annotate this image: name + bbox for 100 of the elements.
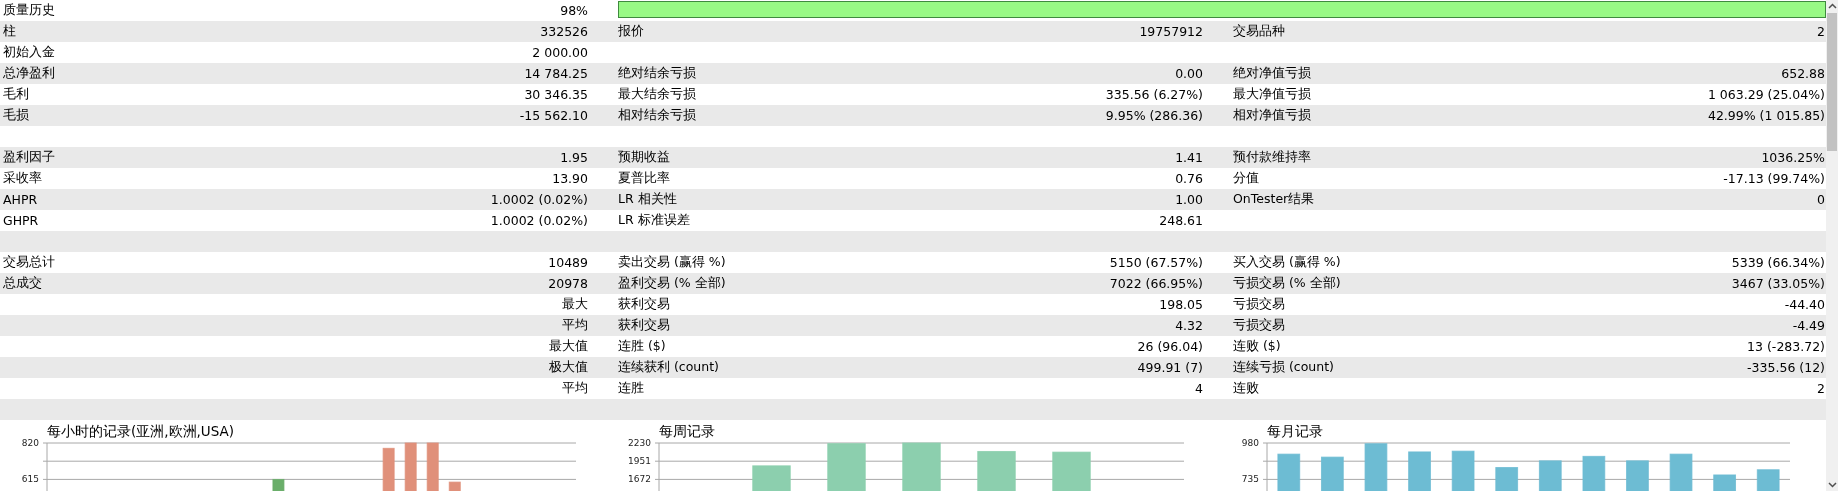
scrollbar[interactable]	[1826, 0, 1838, 491]
stat-value: 0.00	[1175, 66, 1203, 81]
stat-label: 连胜 ($)	[618, 338, 666, 355]
axis-tick-label: 2230	[628, 438, 651, 448]
chart-bar	[1538, 460, 1562, 491]
stat-label: 交易总计	[3, 254, 55, 271]
chart-title: 每月记录	[1267, 423, 1323, 439]
stat-label: 分值	[1233, 170, 1259, 187]
stat-value: 1.00	[1175, 192, 1203, 207]
chart-bar	[1408, 451, 1431, 491]
stat-value: 4.32	[1175, 318, 1203, 333]
stat-label: 初始入金	[3, 44, 55, 61]
stat-label: 毛损	[3, 107, 29, 124]
scroll-up-icon[interactable]	[1827, 3, 1837, 9]
stat-value: 4	[1195, 381, 1203, 396]
chart-title: 每小时的记录(亚洲,欧洲,USA)	[47, 423, 235, 439]
stat-label: 买入交易 (赢得 %)	[1233, 254, 1341, 271]
chart-title: 每周记录	[659, 423, 715, 439]
stat-label: LR 标准误差	[618, 212, 690, 229]
stat-value: 20978	[548, 276, 588, 291]
stat-value: 10489	[548, 255, 588, 270]
stat-label: 总净盈利	[3, 65, 55, 82]
stat-label: 相对净值亏损	[1233, 107, 1311, 124]
stat-value: 335.56 (6.27%)	[1105, 87, 1203, 102]
stat-label: 相对结余亏损	[618, 107, 696, 124]
stat-value: 98%	[560, 3, 588, 18]
axis-tick-label: 615	[21, 474, 39, 485]
chart-bar	[977, 451, 1016, 491]
stat-label: GHPR	[3, 213, 39, 228]
chart-bar	[1052, 451, 1091, 491]
stat-value: 42.99% (1 015.85)	[1707, 108, 1825, 123]
chart-bar	[1364, 443, 1388, 491]
stat-value: 1 063.29 (25.04%)	[1707, 87, 1825, 102]
chart-bar	[448, 481, 461, 491]
stat-value: 1.95	[560, 150, 588, 165]
stat-value: 1.0002 (0.02%)	[490, 192, 588, 207]
stat-label: AHPR	[3, 192, 38, 207]
stat-label: 获利交易	[618, 296, 670, 313]
stat-label: 连败	[1233, 380, 1259, 397]
stat-value: 3467 (33.05%)	[1731, 276, 1825, 291]
chart-bar	[1626, 460, 1649, 491]
stat-value: -335.56 (12)	[1747, 360, 1825, 375]
stat-label: 盈利交易 (% 全部)	[618, 275, 726, 292]
chart-bar	[1713, 474, 1736, 491]
chart-bar	[827, 443, 866, 491]
stat-label: 柱	[3, 23, 16, 40]
chart-bar	[272, 478, 285, 491]
stat-value: 1.0002 (0.02%)	[490, 213, 588, 228]
chart-bar	[426, 442, 439, 491]
stat-label: 夏普比率	[618, 170, 670, 187]
stat-label: 连胜	[618, 380, 644, 397]
stat-label: 毛利	[3, 86, 29, 103]
stat-value: 248.61	[1159, 213, 1203, 228]
chart-bar	[1669, 453, 1693, 491]
scrollbar-thumb[interactable]	[1827, 13, 1837, 151]
stat-label: 亏损交易	[1233, 317, 1285, 334]
chart-bar	[752, 465, 791, 491]
stat-label: 采收率	[3, 170, 42, 187]
stat-value: 2	[1817, 24, 1825, 39]
axis-tick-label: 820	[21, 438, 39, 448]
stat-value: 9.95% (286.36)	[1105, 108, 1203, 123]
stat-label: 卖出交易 (赢得 %)	[618, 254, 726, 271]
stat-value: 198.05	[1159, 297, 1203, 312]
stat-label: 报价	[618, 23, 644, 40]
stat-value: 2 000.00	[532, 45, 588, 60]
stat-value: 14 784.25	[524, 66, 588, 81]
chart-bar	[902, 442, 941, 491]
stat-value: 7022 (66.95%)	[1109, 276, 1203, 291]
chart-bar	[1582, 455, 1606, 491]
stat-label: 预付款维持率	[1233, 149, 1311, 166]
stat-value: 13 (-283.72)	[1747, 339, 1825, 354]
stat-value: 极大值	[549, 359, 588, 376]
chart-bar	[1756, 469, 1780, 491]
stat-value: 332526	[540, 24, 588, 39]
stat-label: 获利交易	[618, 317, 670, 334]
stat-label: 连败 ($)	[1233, 338, 1281, 355]
axis-tick-label: 1951	[628, 456, 651, 467]
stat-value: 最大值	[549, 338, 588, 355]
stat-value: -44.40	[1784, 297, 1825, 312]
stat-value: 平均	[562, 380, 588, 397]
scroll-down-icon[interactable]	[1827, 482, 1837, 488]
chart-bar	[404, 442, 417, 491]
stat-label: LR 相关性	[618, 191, 677, 208]
axis-tick-label: 980	[1241, 438, 1259, 448]
stat-label: 连续亏损 (count)	[1233, 359, 1334, 376]
stat-value: 5150 (67.57%)	[1109, 255, 1203, 270]
stat-value: -15 562.10	[519, 108, 588, 123]
stat-label: 最大净值亏损	[1233, 86, 1311, 103]
stat-value: 499.91 (7)	[1137, 360, 1203, 375]
stat-value: -4.49	[1792, 318, 1825, 333]
stat-value: 2	[1817, 381, 1825, 396]
stat-label: 亏损交易 (% 全部)	[1233, 275, 1341, 292]
stat-value: 19757912	[1139, 24, 1203, 39]
stat-value: 26 (96.04)	[1137, 339, 1203, 354]
chart-bar	[1495, 467, 1519, 491]
stat-value: 5339 (66.34%)	[1731, 255, 1825, 270]
stat-value: 1.41	[1175, 150, 1203, 165]
stat-label: 最大结余亏损	[618, 86, 696, 103]
stat-label: 盈利因子	[3, 149, 55, 166]
stat-label: 质量历史	[3, 2, 55, 19]
